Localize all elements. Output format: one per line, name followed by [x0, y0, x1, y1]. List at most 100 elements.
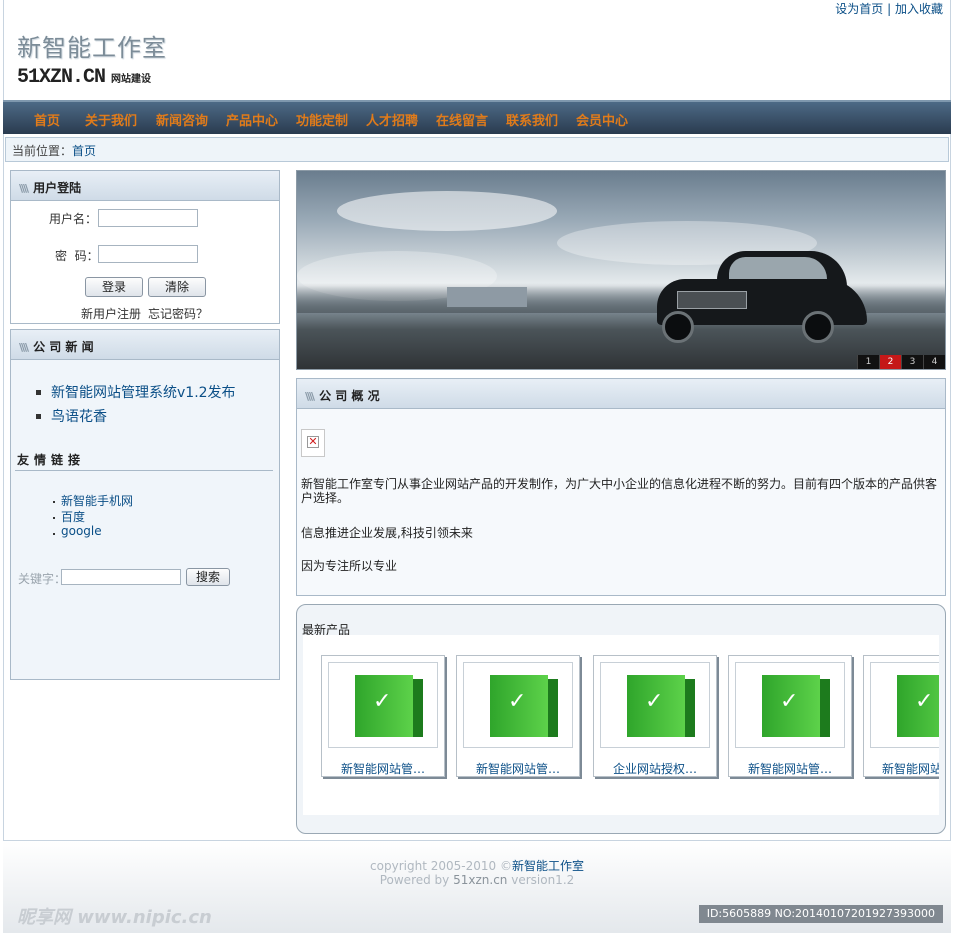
- product-image: ✓: [600, 662, 710, 748]
- overview-paragraph: 因为专注所以专业: [301, 559, 398, 573]
- keyword-label: 关键字：: [18, 572, 67, 586]
- product-title-link[interactable]: 新智能网站管…: [729, 760, 851, 777]
- news-item-link[interactable]: 鸟语花香: [51, 409, 107, 425]
- news-item-link[interactable]: 新智能网站管理系统v1.2发布: [51, 385, 236, 401]
- copyright-name-link[interactable]: 新智能工作室: [512, 859, 584, 873]
- link-separator: |: [887, 2, 892, 16]
- products-scroller: ✓ 新智能网站管… ✓ 新智能网站管… ✓ 企业网站授权… ✓ 新智能网站管… …: [303, 635, 939, 815]
- product-image: ✓: [463, 662, 573, 748]
- chevron-icon: \\\\: [19, 182, 29, 195]
- product-image: ✓: [870, 662, 939, 748]
- bullet-icon: [36, 414, 41, 419]
- friend-link[interactable]: 新智能手机网: [61, 492, 133, 509]
- product-card[interactable]: ✓ 企业网站授权…: [593, 655, 717, 777]
- breadcrumb-label: 当前位置：: [12, 144, 73, 158]
- username-label: 用户名：: [49, 212, 98, 226]
- login-panel-header: \\\\ 用户登陆: [11, 171, 279, 201]
- software-box-icon: ✓: [490, 675, 558, 737]
- friend-link[interactable]: 百度: [61, 508, 85, 525]
- main-nav: 首页 关于我们 新闻咨询 产品中心 功能定制 人才招聘 在线留言 联系我们 会员…: [3, 100, 951, 134]
- nav-item-home[interactable]: 首页: [34, 110, 60, 129]
- bullet-icon: [53, 501, 55, 503]
- software-box-icon: ✓: [762, 675, 830, 737]
- news-title: 公 司 新 闻: [33, 340, 94, 354]
- logo-domain: 51XZN.CN: [17, 66, 106, 89]
- broken-image-icon: ✕: [301, 429, 325, 457]
- forgot-password-link[interactable]: 忘记密码？: [148, 305, 208, 322]
- product-title-link[interactable]: 新智能网站管…: [322, 760, 444, 777]
- news-item[interactable]: 新智能网站管理系统v1.2发布: [51, 382, 236, 402]
- clear-button[interactable]: 清除: [148, 277, 206, 297]
- chevron-icon: \\\\: [305, 390, 315, 403]
- overview-paragraph: 信息推进企业发展,科技引领未来: [301, 526, 473, 540]
- product-title-link[interactable]: 新智能网站管…: [457, 760, 579, 777]
- car-wheel: [662, 311, 694, 343]
- nav-item-custom[interactable]: 功能定制: [296, 110, 348, 129]
- copyright-prefix: copyright 2005-2010 ©: [370, 859, 512, 873]
- powered-site: 51xzn.cn: [453, 873, 508, 887]
- overview-paragraph: 新智能工作室专门从事企业网站产品的开发制作，为广大中小企业的信息化进程不断的努力…: [301, 477, 938, 505]
- product-card[interactable]: ✓ 新智能网站管…: [456, 655, 580, 777]
- nav-item-about[interactable]: 关于我们: [85, 110, 137, 129]
- product-card[interactable]: ✓ 新智能网站管…: [728, 655, 852, 777]
- news-item[interactable]: 鸟语花香: [51, 406, 107, 426]
- bullet-icon: [36, 390, 41, 395]
- banner-page-2[interactable]: 2: [879, 355, 901, 369]
- nav-item-jobs[interactable]: 人才招聘: [366, 110, 418, 129]
- software-box-icon: ✓: [355, 675, 423, 737]
- banner-pager: 1 2 3 4: [857, 355, 945, 369]
- hero-banner[interactable]: 1 2 3 4: [296, 170, 946, 370]
- password-input[interactable]: [98, 245, 198, 263]
- login-title: 用户登陆: [33, 181, 82, 195]
- software-box-icon: ✓: [627, 675, 695, 737]
- powered-line: Powered by 51xzn.cn version1.2: [3, 873, 951, 887]
- car-grille: [677, 291, 747, 309]
- nav-item-contact[interactable]: 联系我们: [506, 110, 558, 129]
- keyword-input[interactable]: [61, 569, 181, 585]
- page-footer: copyright 2005-2010 ©新智能工作室 Powered by 5…: [3, 840, 951, 933]
- copyright-line: copyright 2005-2010 ©新智能工作室: [3, 857, 951, 874]
- nav-item-guestbook[interactable]: 在线留言: [436, 110, 488, 129]
- divider: [15, 470, 273, 471]
- add-favorite-link[interactable]: 加入收藏: [895, 2, 943, 16]
- product-card[interactable]: ✓ 新智能网站管…: [321, 655, 445, 777]
- car-wheel: [802, 311, 834, 343]
- image-id-badge: ID:5605889 NO:20140107201927393000: [698, 905, 943, 923]
- friend-link[interactable]: google: [61, 524, 102, 538]
- banner-page-3[interactable]: 3: [901, 355, 923, 369]
- top-links: 设为首页 | 加入收藏: [835, 0, 943, 17]
- nav-item-news[interactable]: 新闻咨询: [156, 110, 208, 129]
- bullet-icon: [53, 533, 55, 535]
- overview-title: 公 司 概 况: [319, 389, 380, 403]
- watermark-text: 昵享网 www.nipic.cn: [17, 907, 212, 928]
- overview-panel-header: \\\\ 公 司 概 况: [297, 379, 945, 409]
- news-panel: \\\\ 公 司 新 闻 新智能网站管理系统v1.2发布 鸟语花香 友情链接 新智…: [10, 329, 280, 680]
- register-link[interactable]: 新用户注册: [81, 305, 141, 322]
- nav-item-products[interactable]: 产品中心: [226, 110, 278, 129]
- username-input[interactable]: [98, 209, 198, 227]
- latest-products-panel: 最新产品 ✓ 新智能网站管… ✓ 新智能网站管… ✓ 企业网站授权… ✓ 新智能…: [296, 604, 946, 834]
- product-image: ✓: [735, 662, 845, 748]
- powered-prefix: Powered by: [379, 873, 450, 887]
- bullet-icon: [53, 517, 55, 519]
- banner-page-4[interactable]: 4: [923, 355, 945, 369]
- version-text: version1.2: [511, 873, 575, 887]
- site-title: 新智能工作室: [17, 34, 167, 62]
- product-title-link[interactable]: 新智能网站: [864, 760, 939, 777]
- company-overview-panel: \\\\ 公 司 概 况 ✕ 新智能工作室专门从事企业网站产品的开发制作，为广大中…: [296, 378, 946, 596]
- product-card[interactable]: ✓ 新智能网站: [863, 655, 939, 777]
- breadcrumb: 当前位置：首页: [5, 137, 949, 162]
- set-homepage-link[interactable]: 设为首页: [835, 2, 883, 16]
- software-box-icon: ✓: [897, 675, 939, 737]
- chevron-icon: \\\\: [19, 341, 29, 354]
- breadcrumb-home-link[interactable]: 首页: [72, 144, 96, 158]
- search-button[interactable]: 搜索: [186, 568, 230, 586]
- banner-page-1[interactable]: 1: [857, 355, 879, 369]
- login-panel: \\\\ 用户登陆 用户名： 密 码： 登录 清除 新用户注册 忘记密码？: [10, 170, 280, 324]
- site-logo[interactable]: 51XZN.CN 网站建设: [17, 66, 151, 89]
- nav-item-members[interactable]: 会员中心: [576, 110, 628, 129]
- product-image: ✓: [328, 662, 438, 748]
- car-window: [729, 257, 827, 279]
- login-button[interactable]: 登录: [85, 277, 143, 297]
- product-title-link[interactable]: 企业网站授权…: [594, 760, 716, 777]
